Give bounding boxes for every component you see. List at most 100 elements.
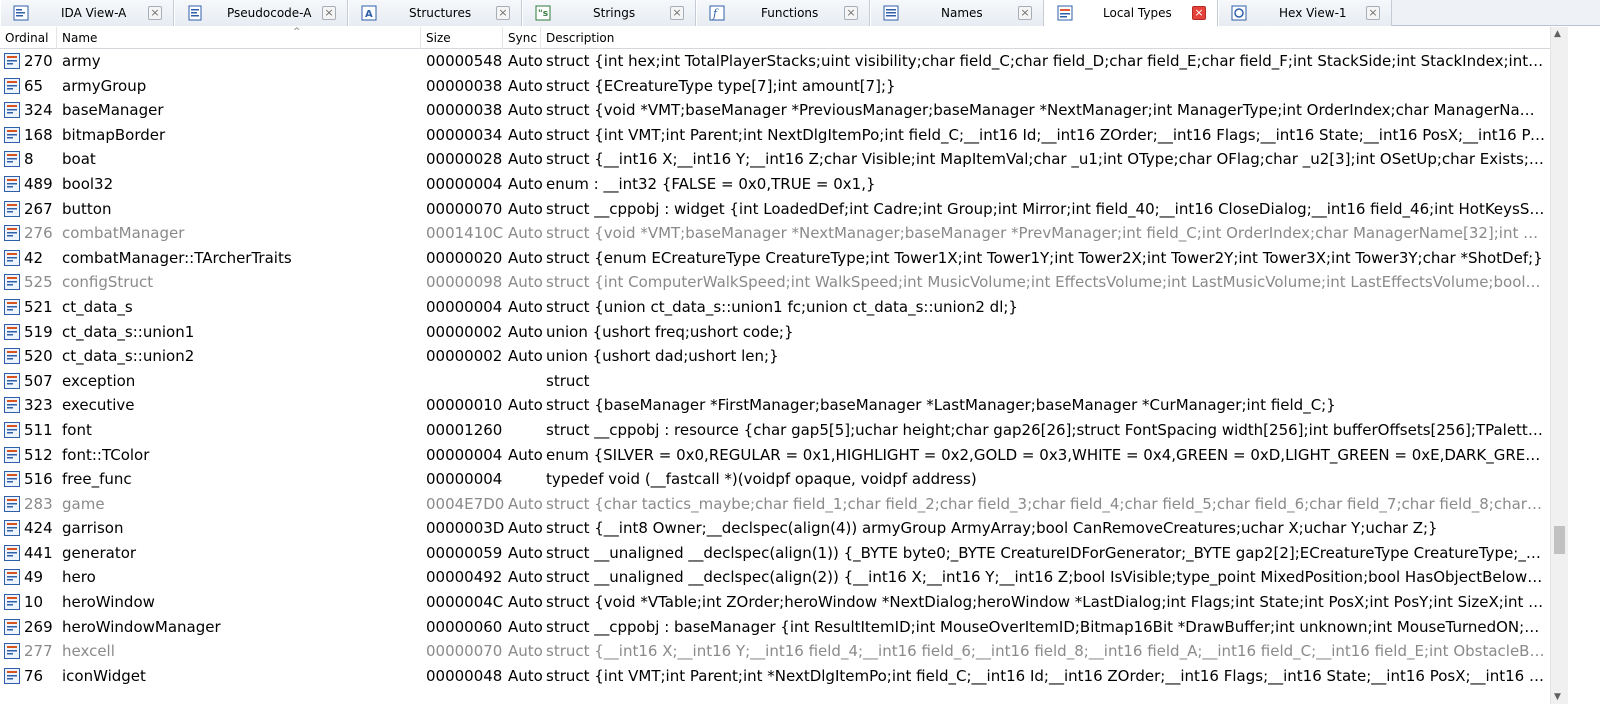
row-size: 00000070 [426,199,503,218]
row-sync: Auto [508,125,543,144]
close-tab-icon[interactable]: × [1018,6,1032,20]
type-row[interactable]: 49 hero 00000492 Auto struct __unaligned __d… [0,565,1550,590]
svg-text:A: A [365,9,373,20]
row-name: generator [62,543,137,562]
type-row[interactable]: 267 button 00000070 Auto struct __cppobj : w… [0,197,1550,222]
local-type-icon [4,643,20,660]
type-row[interactable]: 424 garrison 0000003D Auto struct {__int8 Ow… [0,516,1550,541]
close-tab-icon[interactable]: × [322,6,336,20]
type-row[interactable]: 168 bitmapBorder 00000034 Auto struct {int V… [0,123,1550,148]
row-ordinal: 516 [24,470,53,489]
row-ordinal: 10 [24,593,44,612]
row-name: executive [62,396,135,415]
row-size: 00000020 [426,248,503,267]
tab-strings[interactable]: "s Strings × [522,0,696,26]
type-row[interactable]: 519 ct_data_s::union1 00000002 Auto union {u… [0,320,1550,345]
row-size: 00000028 [426,150,503,169]
column-description[interactable]: Description [541,27,1550,49]
row-description: struct {void *VMT;baseManager *NextManag… [546,224,1546,243]
local-type-icon [4,200,20,217]
tab-names[interactable]: Names × [870,0,1044,26]
type-row[interactable]: 520 ct_data_s::union2 00000002 Auto union {u… [0,344,1550,369]
local-type-icon [4,544,20,561]
row-description: struct __unaligned __declspec(align(2)) … [546,568,1546,587]
tab-pseudocode-a[interactable]: Pseudocode-A × [174,0,348,26]
row-size: 00000004 [426,445,503,464]
row-sync: Auto [508,52,543,70]
close-tab-icon[interactable]: × [1366,6,1380,20]
tab-functions[interactable]: f Functions × [696,0,870,26]
vertical-scrollbar[interactable]: ▲ ▼ [1550,27,1568,704]
type-row[interactable]: 525 configStruct 00000098 Auto struct {int C… [0,270,1550,295]
row-size: 00000004 [426,470,503,489]
type-row[interactable]: 76 iconWidget 00000048 Auto struct {int VMT;… [0,664,1550,689]
type-row[interactable]: 324 baseManager 00000038 Auto struct {void *… [0,98,1550,123]
row-ordinal: 8 [24,150,34,169]
row-name: ct_data_s::union2 [62,347,195,366]
row-size: 00000548 [426,52,503,70]
close-tab-icon[interactable]: × [1192,6,1206,20]
row-name: heroWindow [62,593,155,612]
type-row[interactable]: 511 font 00001260 struct __cppobj : resourc… [0,418,1550,443]
row-sync: Auto [508,199,543,218]
column-name[interactable]: Name ^ [57,27,421,49]
column-sync[interactable]: Sync [503,27,541,49]
row-name: hero [62,568,96,587]
row-ordinal: 512 [24,445,53,464]
column-ordinal[interactable]: Ordinal [0,27,57,49]
pseudocode-icon [187,5,203,21]
local-type-icon [4,594,20,611]
close-tab-icon[interactable]: × [496,6,510,20]
type-row[interactable]: 283 game 0004E7D0 Auto struct {char tactics_… [0,492,1550,517]
type-row[interactable]: 512 font::TColor 00000004 Auto enum {SILVER … [0,443,1550,468]
row-description: enum : __int32 {FALSE = 0x0,TRUE = 0x1,} [546,174,876,193]
scroll-down-icon[interactable]: ▼ [1554,692,1561,702]
row-name: button [62,199,112,218]
type-row[interactable]: 65 armyGroup 00000038 Auto struct {ECreature… [0,74,1550,99]
strings-icon: "s [535,5,551,21]
row-name: armyGroup [62,76,147,95]
tab-ida-view-a[interactable]: IDA View-A × [0,0,174,26]
type-row[interactable]: 10 heroWindow 0000004C Auto struct {void *VT… [0,590,1550,615]
type-row[interactable]: 521 ct_data_s 00000004 Auto struct {union ct… [0,295,1550,320]
scroll-up-icon[interactable]: ▲ [1554,29,1561,39]
row-name: font [62,420,92,439]
row-description: struct __cppobj : resource {char gap5[5]… [546,420,1546,439]
row-size: 00000004 [426,174,503,193]
row-name: boat [62,150,96,169]
row-ordinal: 324 [24,101,53,120]
row-description: struct __cppobj : baseManager {int Resul… [546,617,1546,636]
type-row[interactable]: 516 free_func 00000004 typedef void (__fast… [0,467,1550,492]
row-sync: Auto [508,322,543,341]
row-description: struct {ECreatureType type[7];int amount… [546,76,896,95]
close-tab-icon[interactable]: × [148,6,162,20]
type-row[interactable]: 270 army 00000548 Auto struct {int hex;int T… [0,49,1550,74]
row-size: 00000034 [426,125,503,144]
type-row[interactable]: 323 executive 00000010 Auto struct {baseMana… [0,393,1550,418]
type-row[interactable]: 42 combatManager::TArcherTraits 00000020 Au… [0,246,1550,271]
tab-local-types[interactable]: Local Types × [1044,0,1218,27]
type-row[interactable]: 269 heroWindowManager 00000060 Auto struct _… [0,615,1550,640]
type-row[interactable]: 441 generator 00000059 Auto struct __unalign… [0,541,1550,566]
row-description: enum {SILVER = 0x0,REGULAR = 0x1,HIGHLIG… [546,445,1546,464]
close-tab-icon[interactable]: × [844,6,858,20]
close-tab-icon[interactable]: × [670,6,684,20]
local-type-icon [4,323,20,340]
local-type-icon [4,421,20,438]
type-row[interactable]: 489 bool32 00000004 Auto enum : __int32 {FAL… [0,172,1550,197]
row-description: struct {int VMT;int Parent;int *NextDlgI… [546,666,1546,685]
type-row[interactable]: 276 combatManager 0001410C Auto struct {void… [0,221,1550,246]
tab-hex-view-1[interactable]: Hex View-1 × [1218,0,1392,26]
scrollbar-thumb[interactable] [1554,526,1565,554]
type-row[interactable]: 507 exception struct [0,369,1550,394]
tab-structures[interactable]: A Structures × [348,0,522,26]
row-ordinal: 323 [24,396,53,415]
row-ordinal: 65 [24,76,44,95]
row-ordinal: 520 [24,347,53,366]
row-size: 0001410C [426,224,504,243]
type-row[interactable]: 277 hexcell 00000070 Auto struct {__int16 X;… [0,639,1550,664]
ida-view-icon [13,5,29,21]
type-row[interactable]: 8 boat 00000028 Auto struct {__int16 X;__int… [0,147,1550,172]
row-name: baseManager [62,101,164,120]
column-size[interactable]: Size [421,27,503,49]
